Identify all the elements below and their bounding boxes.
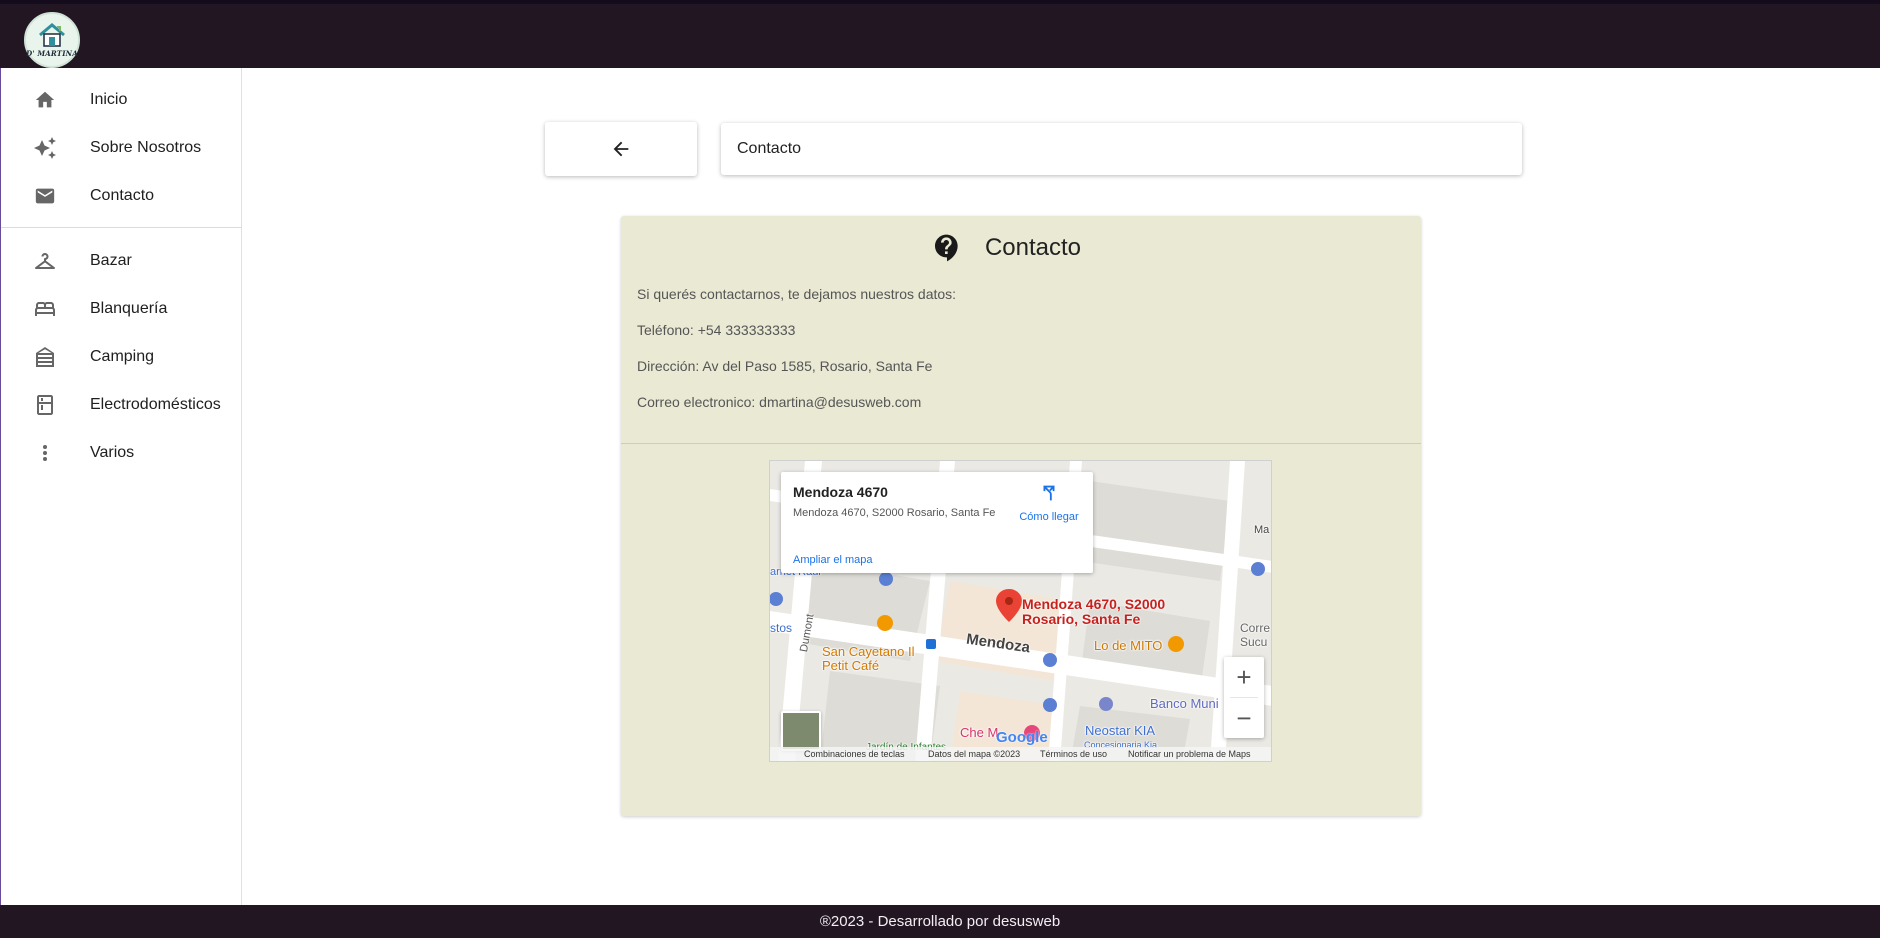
sidebar-divider <box>1 227 242 228</box>
intro-text: Si querés contactarnos, te dejamos nuest… <box>637 286 957 302</box>
bed-icon <box>33 297 57 321</box>
contact-card: Contacto Si querés contactarnos, te deja… <box>621 216 1421 816</box>
sidebar-item-label: Sobre Nosotros <box>90 139 202 156</box>
question-bubble-icon <box>934 234 958 262</box>
zoom-out-button[interactable]: − <box>1224 698 1264 738</box>
report-problem-link[interactable]: Notificar un problema de Maps <box>1128 749 1251 759</box>
sidebar-item-blanqueria[interactable]: Blanquería <box>1 285 242 333</box>
phone-text: Teléfono: +54 333333333 <box>637 322 796 338</box>
sidebar-item-label: Varios <box>90 444 135 461</box>
directions-icon <box>1043 485 1055 501</box>
enlarge-map-link[interactable]: Ampliar el mapa <box>793 554 872 566</box>
sidebar-item-label: Electrodomésticos <box>90 396 221 413</box>
poi-lodemito-label: Lo de MITO <box>1094 638 1163 653</box>
sidebar-item-bazar[interactable]: Bazar <box>1 237 242 285</box>
logo[interactable]: D' MARTINA <box>24 12 80 68</box>
poi-banco-label: Banco Muni <box>1150 696 1219 711</box>
page-title: Contacto <box>721 123 1522 175</box>
sidebar-item-label: Inicio <box>90 91 128 108</box>
sidebar-item-electrodomesticos[interactable]: Electrodomésticos <box>1 381 242 429</box>
street-label-ma: Ma <box>1254 524 1270 536</box>
sidebar-item-sobre-nosotros[interactable]: Sobre Nosotros <box>1 124 242 172</box>
zoom-in-button[interactable]: + <box>1224 657 1264 697</box>
keyboard-shortcuts-link[interactable]: Combinaciones de teclas <box>804 749 905 759</box>
logo-text: D' MARTINA <box>26 49 78 58</box>
poi-cafe-label: San Cayetano Il Petit Café <box>822 644 915 673</box>
sidebar-item-camping[interactable]: Camping <box>1 333 242 381</box>
card-divider <box>621 443 1421 444</box>
sidebar-item-label: Camping <box>90 348 155 365</box>
kitchen-icon <box>33 393 57 417</box>
map-info-popup: Mendoza 4670 Mendoza 4670, S2000 Rosario… <box>781 472 1093 573</box>
sidebar-item-inicio[interactable]: Inicio <box>1 76 242 124</box>
sparkles-icon <box>33 136 57 160</box>
sidebar: Inicio Sobre Nosotros Contacto Bazar Bla… <box>0 68 242 905</box>
sidebar-item-varios[interactable]: Varios <box>1 429 242 477</box>
satellite-toggle[interactable] <box>781 711 821 751</box>
card-title: Contacto <box>984 234 1082 261</box>
pin-label: Mendoza 4670, S2000 Rosario, Santa Fe <box>1022 596 1166 627</box>
hanger-icon <box>33 249 57 273</box>
more-vert-icon <box>33 441 57 465</box>
sidebar-item-label: Bazar <box>90 252 132 269</box>
email-text: Correo electronico: dmartina@desusweb.co… <box>637 394 922 410</box>
footer-text: ®2023 - Desarrollado por desusweb <box>819 913 1061 930</box>
sidebar-item-label: Contacto <box>90 187 155 204</box>
map-data-text: Datos del mapa ©2023 <box>928 749 1021 759</box>
arrow-left-icon <box>613 141 629 157</box>
house-logo-icon <box>39 23 65 47</box>
zoom-controls: + − <box>1224 657 1264 738</box>
place-name: Mendoza 4670 <box>793 484 888 500</box>
card-header: Contacto <box>621 228 1421 268</box>
directions-button[interactable]: Cómo llegar <box>1013 482 1085 523</box>
tent-icon <box>33 345 57 369</box>
poi-stos-label: stos <box>770 621 793 635</box>
address-text: Dirección: Av del Paso 1585, Rosario, Sa… <box>637 358 933 374</box>
embedded-map[interactable]: Mendoza 4670, S2000 Rosario, Santa Fe Me… <box>769 460 1272 762</box>
home-icon <box>33 88 57 112</box>
directions-label: Cómo llegar <box>1019 511 1079 523</box>
poi-corre-label: Corre Sucu <box>1240 621 1271 649</box>
terms-link[interactable]: Términos de uso <box>1040 749 1107 759</box>
sidebar-item-contacto[interactable]: Contacto <box>1 172 242 220</box>
top-app-bar: D' MARTINA <box>0 0 1880 68</box>
map-attribution: Combinaciones de teclas Datos del mapa ©… <box>770 747 1271 761</box>
google-logo: Google <box>996 729 1048 746</box>
page-footer: ®2023 - Desarrollado por desusweb <box>0 905 1880 938</box>
back-button[interactable] <box>545 122 697 176</box>
sidebar-item-label: Blanquería <box>90 300 168 317</box>
poi-neostar-label: Neostar KIA <box>1085 723 1156 738</box>
mail-icon <box>33 184 57 208</box>
place-address: Mendoza 4670, S2000 Rosario, Santa Fe <box>793 507 996 519</box>
poi-che-label: Che M <box>960 725 999 740</box>
